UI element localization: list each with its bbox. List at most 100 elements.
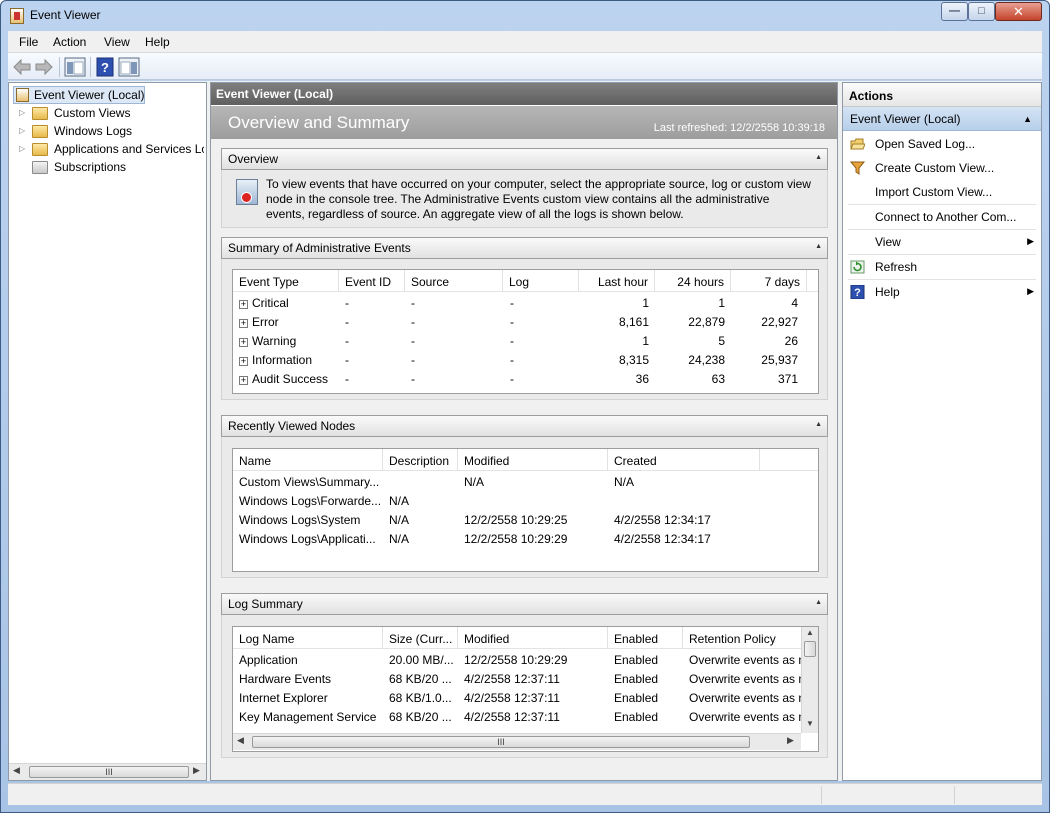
- column-header-event-type[interactable]: Event Type: [233, 270, 339, 292]
- event-id-cell: -: [345, 353, 349, 367]
- scroll-right-icon[interactable]: ▶: [193, 765, 200, 776]
- column-header-created[interactable]: Created: [608, 449, 760, 471]
- collapse-icon[interactable]: ▲: [815, 599, 822, 606]
- tree-item-subscriptions[interactable]: Subscriptions: [19, 159, 204, 177]
- expand-arrow-icon[interactable]: ▷: [19, 144, 25, 153]
- forward-arrow-icon[interactable]: [34, 57, 54, 77]
- row-type-cell: + Information: [239, 353, 312, 367]
- 7-days-cell: 25,937: [761, 353, 798, 367]
- expand-arrow-icon[interactable]: ▷: [19, 108, 25, 117]
- collapse-icon[interactable]: ▲: [815, 154, 822, 161]
- status-bar: [8, 783, 1042, 805]
- actions-section-event-viewer-local[interactable]: Event Viewer (Local) ▲: [843, 107, 1041, 131]
- expand-plus-icon[interactable]: +: [239, 357, 248, 366]
- action-separator: [848, 204, 1036, 205]
- column-header-enabled[interactable]: Enabled: [608, 627, 683, 649]
- column-header-log-name[interactable]: Log Name: [233, 627, 383, 649]
- back-arrow-icon[interactable]: [12, 57, 32, 77]
- action-separator: [848, 229, 1036, 230]
- collapse-icon[interactable]: ▲: [815, 243, 822, 250]
- tree-item-applications-services-logs[interactable]: ▷ Applications and Services Lo: [19, 141, 204, 159]
- action-connect-another-computer[interactable]: Connect to Another Com...: [848, 206, 1036, 229]
- source-cell: -: [411, 296, 415, 310]
- expand-plus-icon[interactable]: +: [239, 319, 248, 328]
- log-name-cell: Application: [239, 653, 298, 667]
- column-header-name[interactable]: Name: [233, 449, 383, 471]
- last-refreshed: Last refreshed: 12/2/2558 10:39:18: [653, 122, 825, 134]
- column-header-size[interactable]: Size (Curr...: [383, 627, 458, 649]
- menu-file[interactable]: File: [19, 35, 38, 49]
- tree-horizontal-scrollbar[interactable]: ◀ III ▶: [9, 763, 206, 780]
- log-summary-section-header[interactable]: Log Summary ▲: [221, 593, 828, 615]
- recent-nodes-section-header[interactable]: Recently Viewed Nodes ▲: [221, 415, 828, 437]
- column-header-24-hours[interactable]: 24 hours: [655, 270, 731, 292]
- last-hour-cell: 36: [635, 372, 649, 386]
- scroll-left-icon[interactable]: ◀: [13, 765, 20, 776]
- action-pane-icon[interactable]: [118, 57, 140, 77]
- svg-text:?: ?: [854, 287, 861, 299]
- scroll-up-icon[interactable]: ▲: [806, 628, 814, 637]
- menu-view[interactable]: View: [104, 35, 130, 49]
- column-header-event-id[interactable]: Event ID: [339, 270, 405, 292]
- menu-bar: File Action View Help: [8, 31, 1042, 53]
- column-header-7-days[interactable]: 7 days: [731, 270, 807, 292]
- column-header-description[interactable]: Description: [383, 449, 458, 471]
- modified-cell: 4/2/2558 12:37:11: [464, 691, 560, 705]
- last-hour-cell: 1: [642, 296, 649, 310]
- column-header-source[interactable]: Source: [405, 270, 503, 292]
- last-hour-cell: 8,161: [618, 315, 649, 329]
- column-header-modified[interactable]: Modified: [458, 449, 608, 471]
- summary-panels: Overview ▲ To view events that have occu…: [211, 139, 837, 780]
- action-refresh[interactable]: Refresh: [848, 256, 1036, 279]
- collapse-icon[interactable]: ▲: [1023, 114, 1032, 124]
- scroll-thumb[interactable]: [804, 641, 816, 657]
- collapse-icon[interactable]: ▲: [815, 421, 822, 428]
- log-cell: -: [510, 372, 514, 386]
- expand-plus-icon[interactable]: +: [239, 300, 248, 309]
- column-header-log[interactable]: Log: [503, 270, 579, 292]
- retention-cell: Overwrite events as n: [689, 691, 801, 705]
- help-icon[interactable]: ?: [96, 57, 114, 77]
- size-cell: 68 KB/1.0...: [389, 691, 452, 705]
- log-summary-vertical-scrollbar[interactable]: ▲ ▼: [801, 627, 818, 733]
- column-header-retention-policy[interactable]: Retention Policy: [683, 627, 803, 649]
- log-cell: -: [510, 334, 514, 348]
- tree-item-windows-logs[interactable]: ▷ Windows Logs: [19, 123, 204, 141]
- tree-item-event-viewer-local[interactable]: Event Viewer (Local): [13, 86, 145, 104]
- console-tree-icon[interactable]: [64, 57, 86, 77]
- submenu-arrow-icon: ▶: [1027, 286, 1034, 296]
- scroll-right-icon[interactable]: ▶: [787, 735, 794, 746]
- close-button[interactable]: ✕: [995, 2, 1042, 21]
- scroll-thumb[interactable]: III: [252, 736, 750, 748]
- log-summary-horizontal-scrollbar[interactable]: ◀ III ▶: [233, 733, 801, 750]
- grid-header: Name Description Modified Created: [233, 449, 818, 471]
- event-id-cell: -: [345, 296, 349, 310]
- overview-section-header[interactable]: Overview ▲: [221, 148, 828, 170]
- title-bar[interactable]: Event Viewer — □ ✕: [1, 1, 1049, 31]
- open-log-icon: [850, 138, 865, 150]
- column-header-last-hour[interactable]: Last hour: [579, 270, 655, 292]
- action-help[interactable]: ? Help ▶: [848, 281, 1036, 304]
- action-create-custom-view[interactable]: Create Custom View...: [848, 157, 1036, 180]
- menu-action[interactable]: Action: [53, 35, 86, 49]
- scroll-left-icon[interactable]: ◀: [237, 735, 244, 746]
- scroll-down-icon[interactable]: ▼: [806, 719, 814, 728]
- modified-cell: 12/2/2558 10:29:25: [464, 513, 568, 527]
- expand-plus-icon[interactable]: +: [239, 376, 248, 385]
- minimize-button[interactable]: —: [941, 2, 968, 21]
- retention-cell: Overwrite events as n: [689, 653, 801, 667]
- admin-events-section-header[interactable]: Summary of Administrative Events ▲: [221, 237, 828, 259]
- action-import-custom-view[interactable]: Import Custom View...: [848, 181, 1036, 204]
- expand-plus-icon[interactable]: +: [239, 338, 248, 347]
- column-header-modified[interactable]: Modified: [458, 627, 608, 649]
- action-open-saved-log[interactable]: Open Saved Log...: [848, 133, 1036, 156]
- description-cell: N/A: [389, 532, 410, 546]
- action-view[interactable]: View ▶: [848, 231, 1036, 254]
- scroll-thumb[interactable]: III: [29, 766, 189, 778]
- section-title: Recently Viewed Nodes: [228, 419, 356, 433]
- expand-arrow-icon[interactable]: ▷: [19, 126, 25, 135]
- menu-help[interactable]: Help: [145, 35, 170, 49]
- description-cell: N/A: [389, 513, 410, 527]
- tree-item-custom-views[interactable]: ▷ Custom Views: [19, 105, 204, 123]
- maximize-button[interactable]: □: [968, 2, 995, 21]
